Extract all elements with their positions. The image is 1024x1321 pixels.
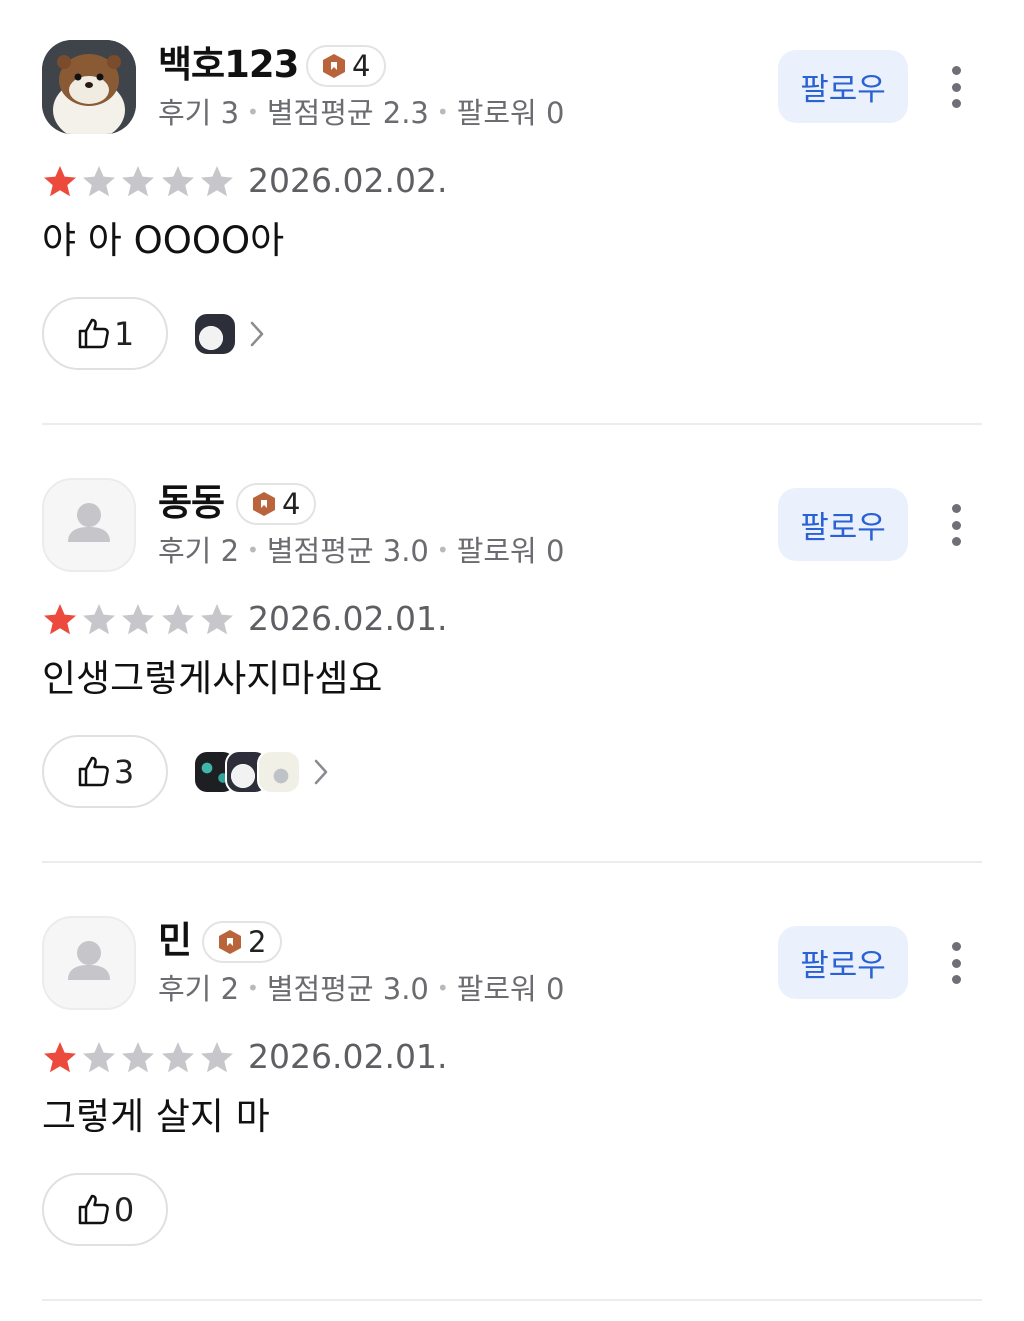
- user-stats: 후기 2 • 별점평균 3.0 • 팔로워 0: [158, 534, 565, 568]
- follower-count: 팔로워 0: [456, 972, 565, 1006]
- like-count: 1: [113, 314, 135, 353]
- star-empty-icon: [200, 166, 233, 197]
- review-photo-thumbnail[interactable]: [193, 312, 237, 356]
- divider: [42, 423, 982, 425]
- star-empty-icon: [161, 166, 194, 197]
- more-options-icon[interactable]: [936, 500, 976, 550]
- chevron-right-icon: [314, 759, 328, 785]
- rating-average: 별점평균 2.3: [266, 96, 429, 130]
- star-filled-icon: [44, 166, 76, 197]
- review-item: 동동 4 후기 2 • 별점평균 3.0 • 팔로워 0 팔로우 2026.02.01.…: [0, 438, 1024, 876]
- photo-thumbnails[interactable]: [193, 750, 331, 794]
- follower-count: 팔로워 0: [456, 96, 565, 130]
- avatar[interactable]: [42, 478, 136, 572]
- user-stats: 후기 2 • 별점평균 3.0 • 팔로워 0: [158, 972, 565, 1006]
- username[interactable]: 민: [158, 918, 192, 964]
- level-badge: 4: [306, 45, 387, 87]
- star-empty-icon: [122, 1042, 155, 1073]
- level-number: 2: [248, 925, 267, 959]
- star-empty-icon: [122, 604, 155, 635]
- review-date: 2026.02.01.: [248, 599, 448, 638]
- review-count: 후기 2: [158, 972, 240, 1006]
- more-options-icon[interactable]: [936, 62, 976, 112]
- photo-thumbnails[interactable]: [193, 312, 267, 356]
- default-person-icon: [68, 503, 110, 542]
- like-button[interactable]: 0: [42, 1173, 168, 1246]
- star-empty-icon: [83, 604, 116, 635]
- thumbs-up-icon: [78, 1194, 109, 1224]
- review-text: 야 아 OOOO아: [42, 219, 285, 262]
- star-empty-icon: [200, 604, 233, 635]
- rating-average: 별점평균 3.0: [266, 972, 429, 1006]
- review-text: 그렇게 살지 마: [42, 1095, 270, 1138]
- review-photo-thumbnail[interactable]: [257, 750, 301, 794]
- star-empty-icon: [200, 1042, 233, 1073]
- avatar[interactable]: [42, 916, 136, 1010]
- follow-button[interactable]: 팔로우: [778, 50, 908, 123]
- star-rating: [42, 1040, 238, 1076]
- thumbs-up-icon: [78, 318, 109, 348]
- level-icon: [219, 930, 241, 954]
- level-badge: 2: [202, 921, 283, 963]
- default-person-icon: [68, 941, 110, 980]
- review-item: 민 2 후기 2 • 별점평균 3.0 • 팔로워 0 팔로우 2026.02.01. …: [0, 876, 1024, 1314]
- thumbs-up-icon: [78, 756, 109, 786]
- star-rating: [42, 602, 238, 638]
- star-empty-icon: [83, 1042, 116, 1073]
- star-empty-icon: [161, 604, 194, 635]
- level-icon: [253, 492, 275, 516]
- star-filled-icon: [44, 1042, 76, 1073]
- divider: [42, 1299, 982, 1301]
- review-count: 후기 2: [158, 534, 240, 568]
- review-count: 후기 3: [158, 96, 240, 130]
- review-text: 인생그렇게사지마셈요: [42, 657, 383, 700]
- star-filled-icon: [44, 604, 76, 635]
- like-button[interactable]: 1: [42, 297, 168, 370]
- chevron-right-icon: [250, 321, 264, 347]
- level-number: 4: [352, 49, 371, 83]
- level-badge: 4: [236, 483, 317, 525]
- star-empty-icon: [161, 1042, 194, 1073]
- star-rating: [42, 164, 238, 200]
- level-icon: [323, 54, 345, 78]
- review-item: 백호123 4 후기 3 • 별점평균 2.3 • 팔로워 0 팔로우 2026.02.…: [0, 0, 1024, 438]
- star-empty-icon: [122, 166, 155, 197]
- like-button[interactable]: 3: [42, 735, 168, 808]
- follow-button[interactable]: 팔로우: [778, 488, 908, 561]
- user-stats: 후기 3 • 별점평균 2.3 • 팔로워 0: [158, 96, 565, 130]
- rating-average: 별점평균 3.0: [266, 534, 429, 568]
- level-number: 4: [282, 487, 301, 521]
- star-empty-icon: [83, 166, 116, 197]
- review-date: 2026.02.02.: [248, 161, 448, 200]
- follower-count: 팔로워 0: [456, 534, 565, 568]
- username[interactable]: 동동: [158, 480, 225, 526]
- more-options-icon[interactable]: [936, 938, 976, 988]
- avatar[interactable]: [42, 40, 136, 134]
- divider: [42, 861, 982, 863]
- username[interactable]: 백호123: [158, 42, 299, 88]
- like-count: 3: [113, 752, 135, 791]
- follow-button[interactable]: 팔로우: [778, 926, 908, 999]
- review-date: 2026.02.01.: [248, 1037, 448, 1076]
- like-count: 0: [113, 1190, 135, 1229]
